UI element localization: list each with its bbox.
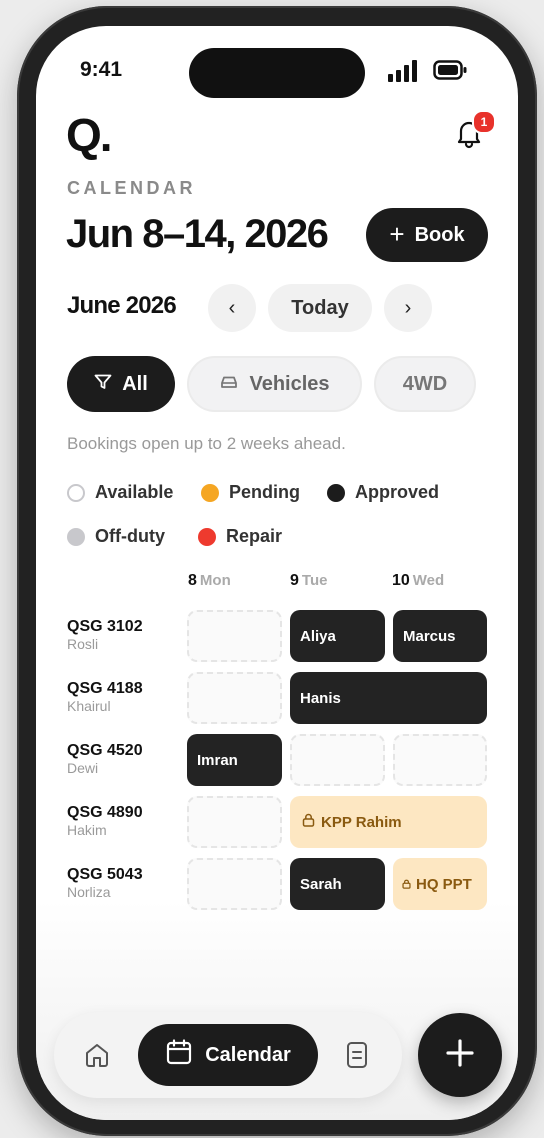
lock-icon bbox=[402, 876, 411, 893]
chevron-right-icon: › bbox=[404, 296, 412, 319]
vehicle-row-label: QSG 5043 Norliza bbox=[67, 866, 143, 900]
legend-dot bbox=[198, 527, 216, 546]
vehicle-row-label: QSG 4890 Hakim bbox=[67, 804, 143, 838]
legend-available: Available bbox=[67, 482, 173, 503]
slot-available[interactable] bbox=[393, 734, 487, 786]
month-label: June 2026 bbox=[67, 292, 177, 319]
plus-icon bbox=[444, 1037, 476, 1074]
filter-icon bbox=[94, 373, 112, 396]
slot-available[interactable] bbox=[290, 734, 385, 786]
day-number: 9 bbox=[290, 572, 299, 589]
tab-calendar-label: Calendar bbox=[205, 1043, 291, 1066]
day-header-wed: 10 Wed bbox=[392, 572, 444, 590]
calendar-icon bbox=[165, 1038, 193, 1072]
day-name: Wed bbox=[412, 572, 445, 589]
prev-week-button[interactable]: ‹ bbox=[208, 284, 256, 332]
legend-label: Pending bbox=[229, 482, 300, 502]
legend-pending: Pending bbox=[201, 482, 300, 503]
car-icon bbox=[219, 373, 239, 396]
booking-pending[interactable]: KPP Rahim bbox=[290, 796, 487, 848]
slot-available[interactable] bbox=[187, 610, 282, 662]
legend-dot bbox=[67, 527, 85, 546]
home-icon[interactable] bbox=[80, 1038, 114, 1072]
booking-approved[interactable]: Marcus bbox=[393, 610, 487, 662]
legend-label: Available bbox=[95, 482, 174, 502]
booking-approved[interactable]: Imran bbox=[187, 734, 282, 786]
legend-off-duty: Off-duty bbox=[67, 526, 165, 547]
vehicle-driver: Hakim bbox=[67, 822, 107, 838]
signal-icon bbox=[388, 58, 422, 82]
lock-icon bbox=[302, 813, 315, 831]
vehicle-plate: QSG 4188 bbox=[67, 680, 143, 697]
booking-label: HQ PPT bbox=[416, 875, 472, 893]
legend-dot bbox=[67, 483, 85, 502]
booking-approved[interactable]: Aliya bbox=[290, 610, 385, 662]
legend-dot bbox=[201, 483, 219, 502]
book-button[interactable]: + Book bbox=[366, 208, 488, 262]
dynamic-island bbox=[189, 48, 365, 98]
notification-badge: 1 bbox=[472, 110, 496, 134]
filter-chip-vehicles[interactable]: Vehicles bbox=[187, 356, 362, 412]
vehicle-driver: Rosli bbox=[67, 636, 99, 652]
booking-label: KPP Rahim bbox=[321, 813, 402, 831]
app-screen: 9:41 Q. 1 CALENDAR Jun 8–14, 2026 + Book… bbox=[36, 26, 518, 1120]
chevron-left-icon: ‹ bbox=[228, 296, 236, 319]
add-button[interactable] bbox=[418, 1013, 502, 1097]
day-name: Mon bbox=[199, 572, 231, 589]
vehicle-plate: QSG 5043 bbox=[67, 866, 143, 883]
legend-label: Approved bbox=[355, 482, 440, 502]
vehicle-plate: QSG 4890 bbox=[67, 804, 143, 821]
vehicle-row-label: QSG 4520 Dewi bbox=[67, 742, 143, 776]
legend-repair: Repair bbox=[198, 526, 282, 547]
day-header-tue: 9 Tue bbox=[290, 572, 327, 590]
slot-available[interactable] bbox=[187, 672, 282, 724]
slot-available[interactable] bbox=[187, 796, 282, 848]
booking-hint: Bookings open up to 2 weeks ahead. bbox=[67, 434, 346, 453]
slot-available[interactable] bbox=[187, 858, 282, 910]
day-number: 10 bbox=[392, 572, 410, 589]
tab-calendar[interactable]: Calendar bbox=[138, 1024, 318, 1086]
vehicle-row-label: QSG 3102 Rosli bbox=[67, 618, 143, 652]
battery-icon bbox=[433, 60, 467, 80]
section-eyebrow: CALENDAR bbox=[67, 178, 196, 198]
legend-approved: Approved bbox=[327, 482, 439, 503]
legend-label: Off-duty bbox=[95, 526, 165, 546]
vehicle-plate: QSG 3102 bbox=[67, 618, 143, 635]
booking-approved[interactable]: Sarah bbox=[290, 858, 385, 910]
booking-approved[interactable]: Hanis bbox=[290, 672, 487, 724]
legend-label: Repair bbox=[226, 526, 283, 546]
day-header-mon: 8 Mon bbox=[188, 572, 231, 590]
filter-chip-4wd[interactable]: 4WD bbox=[374, 356, 476, 412]
status-time: 9:41 bbox=[80, 58, 123, 81]
vehicle-plate: QSG 4520 bbox=[67, 742, 143, 759]
vehicle-row-label: QSG 4188 Khairul bbox=[67, 680, 143, 714]
legend-dot bbox=[327, 483, 345, 502]
filter-chip-all[interactable]: All bbox=[67, 356, 175, 412]
today-button[interactable]: Today bbox=[268, 284, 372, 332]
next-week-button[interactable]: › bbox=[384, 284, 432, 332]
vehicle-driver: Khairul bbox=[67, 698, 111, 714]
day-number: 8 bbox=[188, 572, 197, 589]
vehicle-driver: Dewi bbox=[67, 760, 99, 776]
app-logo: Q. bbox=[66, 109, 113, 161]
booking-pending[interactable]: HQ PPT bbox=[393, 858, 487, 910]
vehicle-driver: Norliza bbox=[67, 884, 111, 900]
document-icon[interactable] bbox=[342, 1038, 372, 1072]
plus-icon: + bbox=[389, 218, 405, 249]
filter-chip-vehicles-label: Vehicles bbox=[249, 372, 330, 395]
filter-chip-all-label: All bbox=[122, 372, 148, 395]
book-button-label: Book bbox=[414, 223, 465, 246]
day-name: Tue bbox=[301, 572, 328, 589]
week-title: Jun 8–14, 2026 bbox=[66, 212, 329, 256]
